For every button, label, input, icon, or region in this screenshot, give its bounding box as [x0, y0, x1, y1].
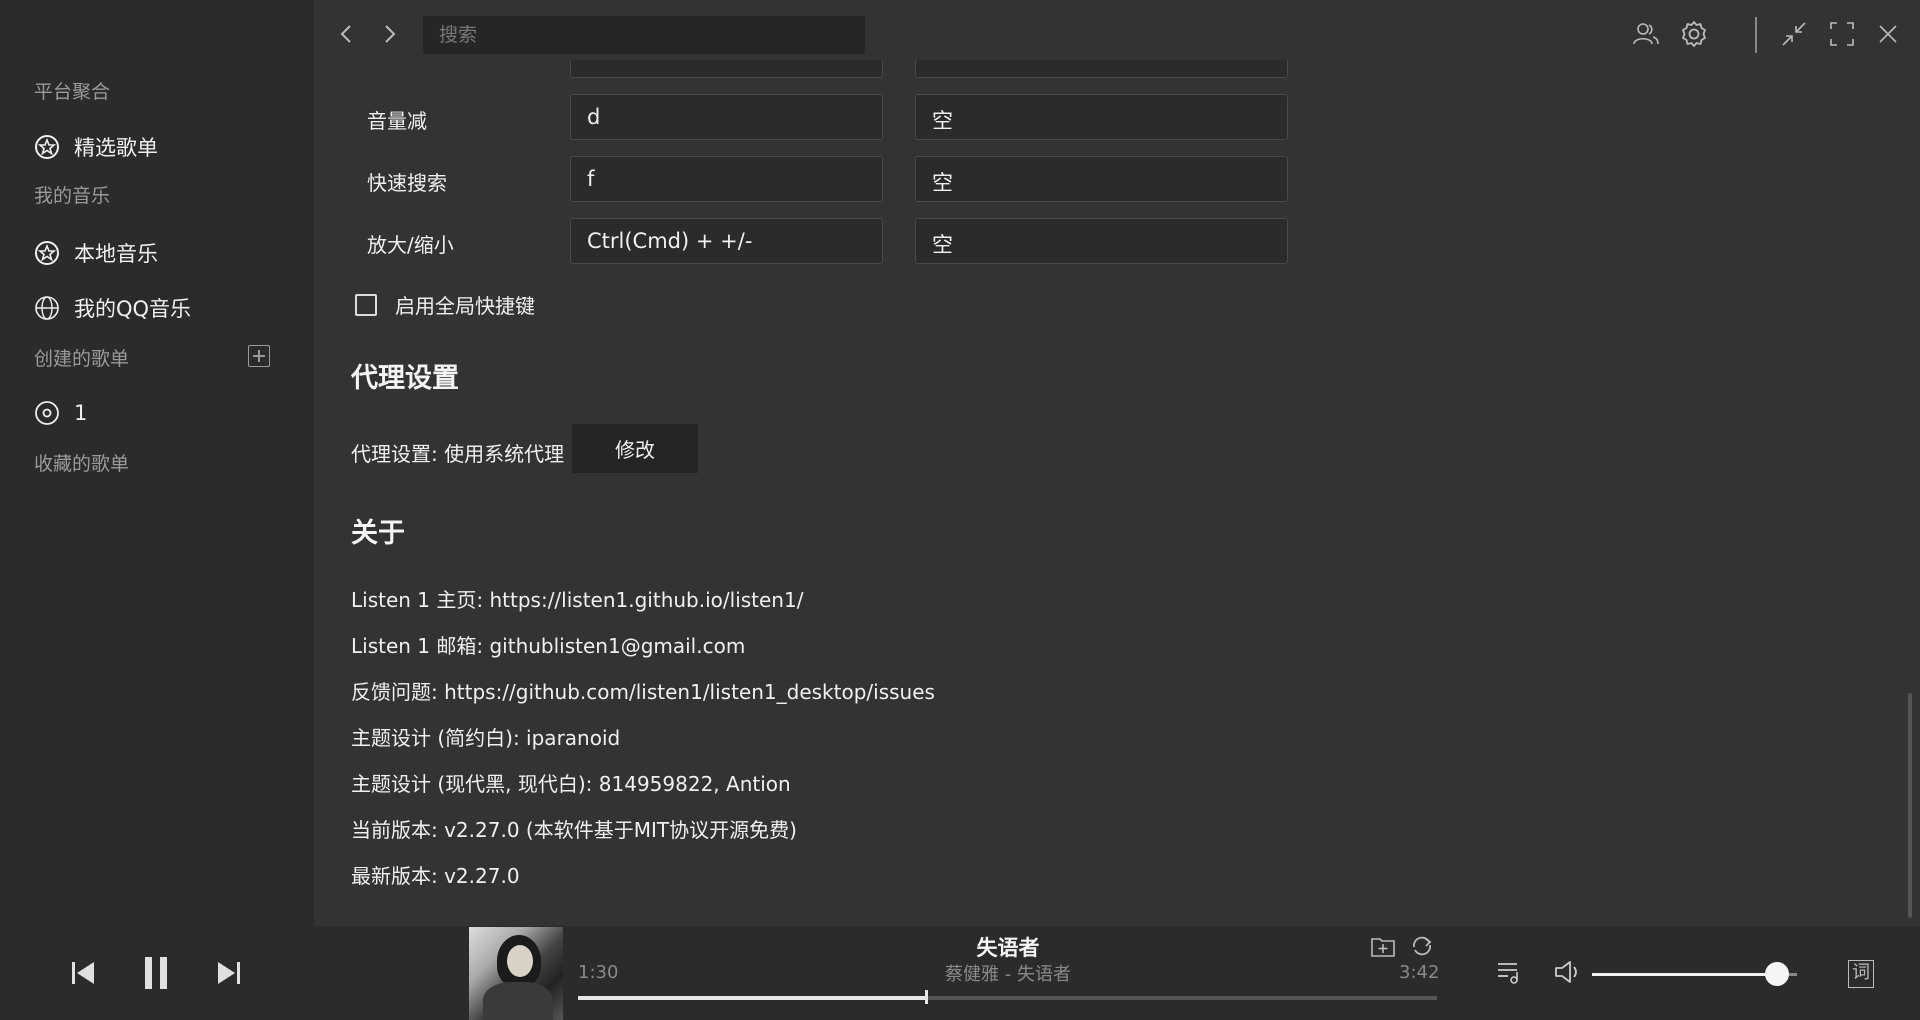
star-icon	[35, 135, 59, 159]
about-email[interactable]: Listen 1 邮箱: githublisten1@gmail.com	[351, 630, 745, 659]
sidebar-item-qq-music[interactable]: 我的QQ音乐	[34, 293, 191, 323]
sidebar-item-local-music[interactable]: 本地音乐	[34, 238, 158, 268]
global-shortcut-checkbox[interactable]	[355, 293, 377, 316]
progress-fill	[578, 996, 926, 1000]
disc-icon	[35, 401, 59, 425]
shortcut-label: 放大/缩小	[367, 233, 454, 257]
playlist-queue-icon[interactable]	[1495, 958, 1523, 986]
about-homepage[interactable]: Listen 1 主页: https://listen1.github.io/l…	[351, 584, 803, 613]
shortcut-global-box-partial	[915, 60, 1288, 78]
shortcut-key-field[interactable]: f	[570, 156, 883, 202]
album-cover[interactable]	[469, 927, 563, 1020]
sidebar-item-label: 1	[74, 401, 88, 425]
volume-handle[interactable]	[1764, 962, 1789, 986]
shortcut-label: 音量减	[367, 109, 427, 133]
gear-icon[interactable]	[1678, 18, 1710, 50]
current-time: 1:30	[578, 962, 619, 983]
shortcut-key-field[interactable]: d	[570, 94, 883, 140]
shortcut-label: 快速搜索	[367, 171, 447, 195]
shortcut-global-field[interactable]: 空	[915, 156, 1288, 202]
volume-fill	[1592, 973, 1777, 976]
sidebar: 平台聚合 精选歌单 我的音乐 本地音乐 我的QQ音乐 创建的歌单 1 收藏的歌单	[0, 0, 314, 926]
section-favorite-playlists: 收藏的歌单	[34, 453, 130, 475]
previous-track-icon[interactable]	[68, 958, 98, 988]
cover-figure-face	[507, 945, 533, 977]
sidebar-item-label: 本地音乐	[74, 242, 158, 266]
section-my-music: 我的音乐	[34, 185, 111, 207]
volume-slider[interactable]	[1592, 962, 1797, 986]
content-scrollbar[interactable]	[1908, 693, 1912, 918]
shortcut-key-field[interactable]: Ctrl(Cmd) + +/-	[570, 218, 883, 264]
users-icon[interactable]	[1630, 18, 1662, 50]
star-icon	[35, 241, 59, 265]
search-input[interactable]	[423, 16, 865, 54]
globe-icon	[35, 296, 59, 320]
proxy-modify-button[interactable]: 修改	[572, 424, 698, 473]
pause-icon[interactable]	[140, 955, 172, 991]
fullscreen-icon[interactable]	[1826, 18, 1858, 50]
sidebar-item-label: 精选歌单	[74, 136, 158, 160]
next-track-icon[interactable]	[214, 958, 244, 988]
shortcut-row-quick-search: 快速搜索 f 空	[367, 156, 1288, 202]
song-artist[interactable]: 蔡健雅 - 失语者	[840, 960, 1176, 986]
about-theme-simple-white: 主题设计 (简约白): iparanoid	[351, 726, 621, 750]
forward-arrow-icon[interactable]	[376, 20, 404, 48]
lyrics-button[interactable]: 词	[1848, 960, 1874, 988]
about-current-version: 当前版本: v2.27.0 (本软件基于MIT协议开源免费)	[351, 818, 797, 842]
sidebar-item-playlist-1[interactable]: 1	[34, 400, 87, 426]
progress-handle[interactable]	[924, 990, 928, 1004]
total-time: 3:42	[1399, 962, 1440, 983]
repeat-icon[interactable]	[1409, 933, 1435, 959]
proxy-status-text: 代理设置: 使用系统代理	[351, 442, 565, 466]
volume-icon[interactable]	[1553, 958, 1583, 986]
shortcut-row-zoom: 放大/缩小 Ctrl(Cmd) + +/- 空	[367, 218, 1288, 264]
sidebar-item-label: 我的QQ音乐	[74, 297, 192, 321]
shortcut-global-field[interactable]: 空	[915, 218, 1288, 264]
close-icon[interactable]	[1872, 18, 1904, 50]
cover-figure-body	[483, 982, 553, 1020]
about-theme-modern: 主题设计 (现代黑, 现代白): 814959822, Antion	[351, 772, 791, 796]
section-platform: 平台聚合	[34, 81, 111, 103]
song-title: 失语者	[976, 936, 1040, 960]
about-feedback[interactable]: 反馈问题: https://github.com/listen1/listen1…	[351, 676, 935, 705]
section-created-playlists: 创建的歌单	[34, 348, 130, 370]
global-shortcut-label: 启用全局快捷键	[395, 294, 535, 318]
enable-global-shortcut[interactable]: 启用全局快捷键	[355, 290, 535, 319]
about-latest-version: 最新版本: v2.27.0	[351, 864, 520, 888]
topbar-divider	[1755, 17, 1757, 53]
shortcut-key-box-partial	[570, 60, 883, 78]
about-section-title: 关于	[351, 518, 405, 549]
proxy-section-title: 代理设置	[351, 363, 459, 394]
shortcut-row-volume-down: 音量减 d 空	[367, 94, 1288, 140]
minimize-icon[interactable]	[1778, 18, 1810, 50]
add-playlist-button[interactable]	[248, 345, 270, 367]
progress-bar[interactable]	[578, 990, 1437, 1004]
shortcut-global-field[interactable]: 空	[915, 94, 1288, 140]
sidebar-item-featured[interactable]: 精选歌单	[34, 132, 158, 162]
back-arrow-icon[interactable]	[332, 20, 360, 48]
add-to-playlist-icon[interactable]	[1370, 933, 1396, 959]
